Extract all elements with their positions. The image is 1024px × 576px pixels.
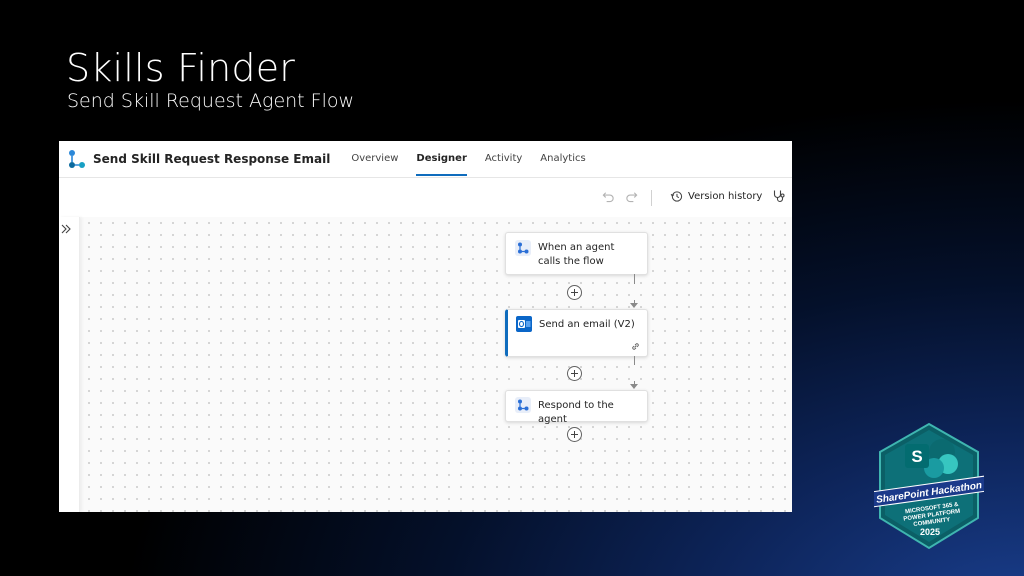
agent-flow-icon bbox=[515, 240, 531, 256]
badge-year: 2025 bbox=[920, 527, 940, 537]
connector-line bbox=[634, 356, 635, 365]
connector-arrow bbox=[630, 303, 638, 308]
expand-panel-icon[interactable] bbox=[60, 223, 72, 235]
tab-activity[interactable]: Activity bbox=[476, 141, 531, 177]
slide-subtitle: Send Skill Request Agent Flow bbox=[67, 90, 355, 112]
add-step-button[interactable] bbox=[567, 366, 582, 381]
agent-flow-icon bbox=[69, 150, 85, 168]
flow-checker-icon[interactable] bbox=[772, 189, 786, 203]
tab-designer[interactable]: Designer bbox=[407, 141, 475, 177]
node-label: Respond to the agent bbox=[538, 400, 614, 425]
version-history-label: Version history bbox=[688, 191, 763, 202]
undo-icon[interactable] bbox=[602, 190, 615, 203]
outlook-icon bbox=[516, 316, 532, 332]
sharepoint-hackathon-badge: S SharePoint Hackathon MICROSOFT 365 & P… bbox=[874, 422, 984, 550]
agent-flow-icon bbox=[515, 397, 531, 413]
flow-name: Send Skill Request Response Email bbox=[93, 152, 331, 166]
redo-icon[interactable] bbox=[625, 190, 638, 203]
connector-line bbox=[634, 274, 635, 284]
trigger-node-agent-calls[interactable]: When an agent calls the flow bbox=[505, 232, 648, 275]
action-node-send-email[interactable]: Send an email (V2) bbox=[505, 309, 648, 357]
tab-analytics[interactable]: Analytics bbox=[531, 141, 594, 177]
slide-title: Skills Finder bbox=[66, 46, 296, 90]
add-step-button[interactable] bbox=[567, 285, 582, 300]
history-icon bbox=[670, 191, 683, 202]
version-history-button[interactable]: Version history bbox=[670, 190, 762, 203]
svg-text:S: S bbox=[911, 447, 922, 466]
connector-arrow bbox=[630, 384, 638, 389]
designer-canvas[interactable]: When an agent calls the flow Send an ema… bbox=[59, 217, 792, 512]
node-label: When an agent calls the flow bbox=[538, 242, 615, 267]
action-node-respond-agent[interactable]: Respond to the agent bbox=[505, 390, 648, 425]
power-automate-window: Send Skill Request Response Email Overvi… bbox=[59, 141, 792, 512]
node-label: Send an email (V2) bbox=[539, 319, 635, 330]
designer-toolbar: Version history bbox=[59, 178, 792, 218]
tab-overview[interactable]: Overview bbox=[342, 141, 407, 177]
add-step-button[interactable] bbox=[567, 427, 582, 442]
toolbar-divider bbox=[651, 190, 652, 206]
left-panel-rail bbox=[59, 217, 80, 512]
link-icon bbox=[632, 343, 639, 350]
app-header: Send Skill Request Response Email Overvi… bbox=[59, 141, 792, 178]
